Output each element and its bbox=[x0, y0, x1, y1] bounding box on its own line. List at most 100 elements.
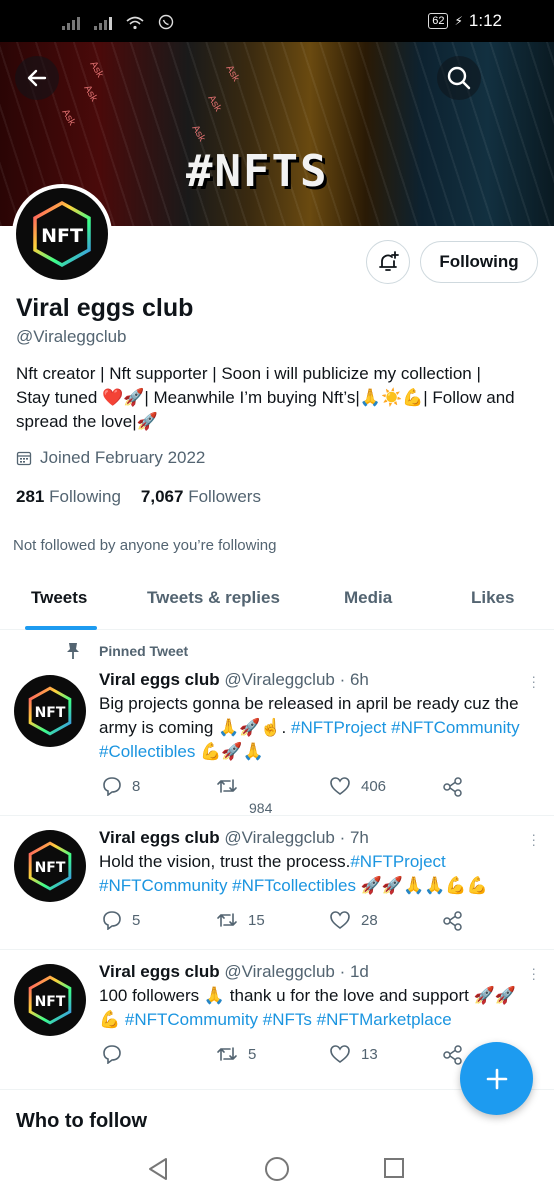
retweet-count: 984 bbox=[249, 800, 273, 816]
retweet-icon bbox=[217, 1047, 237, 1061]
system-nav-bar bbox=[0, 1138, 554, 1200]
tweet-more-button[interactable]: · · · bbox=[531, 669, 536, 693]
tab-tweets-replies[interactable]: Tweets & replies bbox=[147, 588, 280, 608]
tweet-text-fragment: 🚀🚀🙏🙏💪💪 bbox=[355, 876, 488, 895]
following-label: Following bbox=[49, 487, 121, 506]
tweet-more-button[interactable]: · · · bbox=[531, 827, 536, 851]
tweet-author-name: Viral eggs club bbox=[99, 828, 220, 847]
followers-label: Followers bbox=[188, 487, 261, 506]
retweet-button[interactable]: 5 bbox=[216, 1044, 256, 1064]
battery-icon: 62 bbox=[428, 13, 449, 29]
clock: 1:12 bbox=[468, 11, 502, 30]
like-button[interactable]: 28 bbox=[329, 910, 378, 930]
hashtag-links[interactable]: #NFTCommumity #NFTs #NFTMarketplace bbox=[125, 1010, 452, 1029]
following-count: 281 bbox=[16, 487, 45, 506]
bio-line: spread the love|🚀 bbox=[16, 412, 158, 431]
avatar-text: NFT bbox=[41, 225, 83, 247]
reply-button[interactable] bbox=[102, 1044, 132, 1064]
tweet-line: Hold the vision, trust the process.#NFTP… bbox=[99, 850, 544, 874]
wifi-icon bbox=[126, 16, 144, 30]
like-button[interactable]: 406 bbox=[329, 776, 386, 796]
retweet-button[interactable] bbox=[216, 776, 238, 796]
profile-bio: Nft creator | Nft supporter | Soon i wil… bbox=[16, 362, 540, 434]
nft-logo-icon: NFT bbox=[28, 975, 72, 1025]
following-count-link[interactable]: 281 Following bbox=[16, 487, 121, 507]
like-count: 28 bbox=[361, 911, 378, 929]
nft-logo-icon: NFT bbox=[33, 200, 91, 268]
avatar-image: NFT bbox=[16, 188, 108, 280]
nav-recents-icon[interactable] bbox=[383, 1157, 405, 1179]
share-icon bbox=[443, 911, 462, 931]
signal-icon bbox=[94, 16, 112, 30]
retweet-button[interactable]: 15 bbox=[216, 910, 265, 930]
notifications-bell-button[interactable] bbox=[366, 240, 410, 284]
tab-tweets[interactable]: Tweets bbox=[31, 588, 87, 608]
nft-logo-icon: NFT bbox=[28, 841, 72, 891]
share-button[interactable] bbox=[442, 1044, 464, 1066]
tweet-text-fragment: 💪🚀🙏 bbox=[195, 742, 264, 761]
tweet-avatar[interactable]: NFT bbox=[14, 830, 86, 902]
search-button[interactable] bbox=[437, 56, 481, 100]
tweet-text-fragment: 💪 bbox=[99, 1010, 125, 1029]
reply-count: 5 bbox=[132, 911, 141, 929]
like-button[interactable]: 13 bbox=[329, 1044, 378, 1064]
status-right: 62 ⚡ 1:12 bbox=[428, 11, 502, 31]
reply-button[interactable]: 8 bbox=[102, 776, 140, 796]
following-button[interactable]: Following bbox=[420, 241, 538, 283]
hashtag-links[interactable]: #NFTProject bbox=[350, 852, 445, 871]
retweet-icon bbox=[217, 913, 237, 927]
reply-icon bbox=[103, 1045, 121, 1064]
tweet[interactable]: NFT Viral eggs club @Viraleggclub · 7h ·… bbox=[0, 816, 554, 950]
signal-icon bbox=[62, 16, 80, 30]
tweet-text: 100 followers 🙏 thank u for the love and… bbox=[99, 984, 544, 1032]
back-button[interactable] bbox=[15, 56, 59, 100]
profile-handle: @Viraleggclub bbox=[16, 327, 127, 346]
nft-logo-icon: NFT bbox=[28, 686, 72, 736]
heart-icon bbox=[330, 1045, 350, 1063]
profile-tabs: Tweets Tweets & replies Media Likes bbox=[0, 570, 554, 630]
back-arrow-icon bbox=[27, 69, 47, 87]
tweet-author-name: Viral eggs club bbox=[99, 962, 220, 981]
reply-count: 8 bbox=[132, 777, 141, 795]
tweet-actions: 5 13 bbox=[99, 1044, 479, 1074]
charging-icon: ⚡ bbox=[454, 14, 463, 28]
joined-date: Joined February 2022 bbox=[16, 448, 205, 468]
tweet-line: 💪 #NFTCommumity #NFTs #NFTMarketplace bbox=[99, 1008, 544, 1032]
tweet[interactable]: NFT Viral eggs club @Viraleggclub · 6h ·… bbox=[0, 630, 554, 816]
hashtag-links[interactable]: #Collectibles bbox=[99, 742, 195, 761]
not-followed-notice: Not followed by anyone you’re following bbox=[13, 537, 277, 554]
plus-icon bbox=[486, 1068, 507, 1089]
tweet-meta: @Viraleggclub · 1d bbox=[224, 962, 369, 981]
hashtag-links[interactable]: #NFTProject #NFTCommunity bbox=[291, 718, 520, 737]
tweet-line: 100 followers 🙏 thank u for the love and… bbox=[99, 986, 516, 1005]
retweet-icon bbox=[217, 779, 237, 793]
compose-tweet-button[interactable] bbox=[460, 1042, 533, 1115]
profile-avatar[interactable]: NFT bbox=[12, 184, 112, 284]
like-count: 406 bbox=[361, 777, 387, 795]
share-button[interactable] bbox=[442, 776, 464, 798]
tweet-avatar[interactable]: NFT bbox=[14, 964, 86, 1036]
tweet-more-button[interactable]: · · · bbox=[531, 961, 536, 985]
reply-button[interactable]: 5 bbox=[102, 910, 140, 930]
search-icon bbox=[447, 66, 471, 90]
heart-icon bbox=[330, 911, 350, 929]
tab-media[interactable]: Media bbox=[344, 588, 392, 608]
tab-likes[interactable]: Likes bbox=[471, 588, 514, 608]
nav-back-icon[interactable] bbox=[146, 1156, 170, 1182]
calendar-icon bbox=[16, 451, 32, 466]
tweet-actions: 5 15 28 bbox=[99, 910, 479, 940]
heart-icon bbox=[330, 777, 350, 795]
nav-home-icon[interactable] bbox=[264, 1156, 290, 1182]
retweet-count: 5 bbox=[248, 1045, 257, 1063]
followers-count-link[interactable]: 7,067 Followers bbox=[141, 487, 261, 507]
avatar-text: NFT bbox=[35, 705, 66, 721]
tweet-author-name: Viral eggs club bbox=[99, 670, 220, 689]
profile-name: Viral eggs club bbox=[16, 294, 194, 322]
tweet-text-fragment: army is coming 🙏🚀☝️. bbox=[99, 718, 291, 737]
tweet-avatar[interactable]: NFT bbox=[14, 675, 86, 747]
tweet-header: Viral eggs club @Viraleggclub · 1d bbox=[99, 962, 369, 982]
signal-icons bbox=[62, 14, 174, 30]
hashtag-links[interactable]: #NFTCommunity #NFTcollectibles bbox=[99, 876, 356, 895]
share-button[interactable] bbox=[442, 910, 464, 932]
follow-counts: 281 Following 7,067 Followers bbox=[16, 487, 261, 507]
